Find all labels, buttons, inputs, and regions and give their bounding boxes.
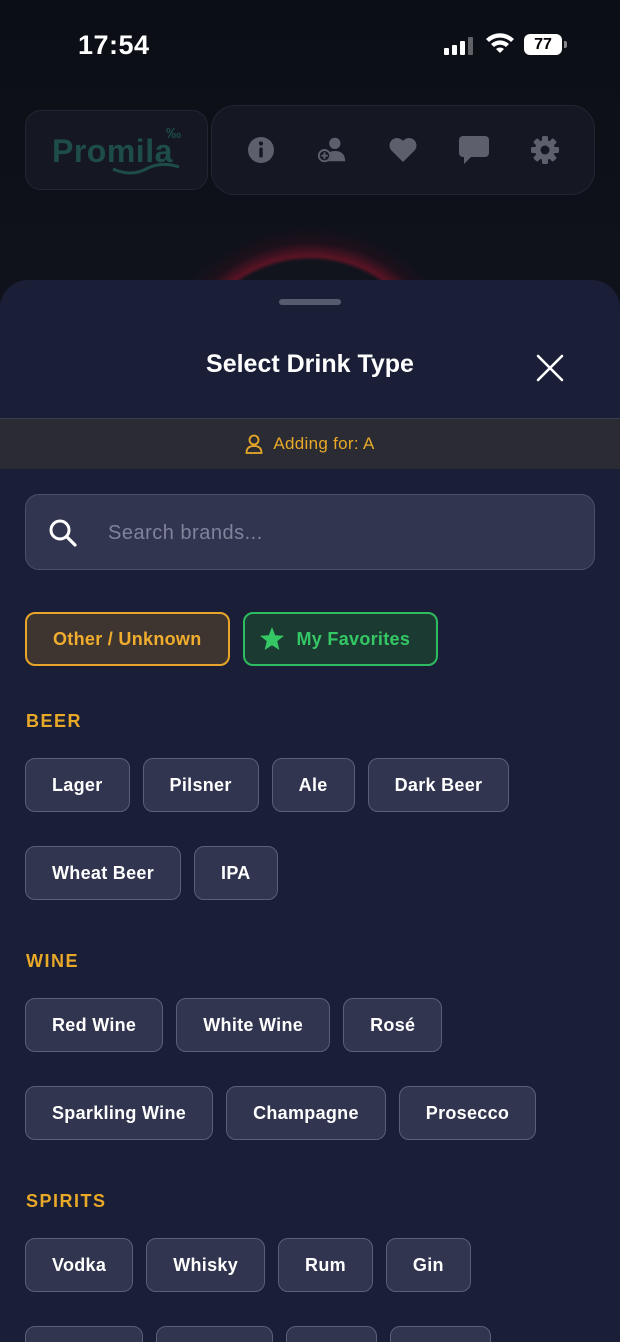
status-time: 17:54 (78, 30, 150, 60)
sheet-title: Select Drink Type (206, 350, 414, 378)
quick-options: Other / Unknown My Favorites (25, 612, 439, 666)
chip-partial[interactable] (390, 1326, 491, 1342)
chip-gin[interactable]: Gin (385, 1238, 471, 1292)
adding-for-banner: Adding for: A (0, 419, 620, 469)
chat-icon[interactable] (458, 134, 490, 166)
add-user-icon[interactable] (316, 134, 348, 166)
wine-row-2: Sparkling Wine Champagne Prosecco (25, 1086, 537, 1140)
info-icon[interactable] (245, 134, 277, 166)
status-bar: 17:54 77 (0, 0, 620, 90)
chip-rum[interactable]: Rum (278, 1238, 373, 1292)
chip-partial[interactable] (156, 1326, 273, 1342)
chip-prosecco[interactable]: Prosecco (398, 1086, 537, 1140)
chip-ale[interactable]: Ale (271, 758, 355, 812)
sheet-drag-handle[interactable] (279, 299, 341, 305)
chip-whisky[interactable]: Whisky (146, 1238, 266, 1292)
section-label-beer: BEER (26, 711, 83, 731)
chip-partial[interactable] (25, 1326, 143, 1342)
chip-red-wine[interactable]: Red Wine (25, 998, 164, 1052)
chip-rose[interactable]: Rosé (343, 998, 443, 1052)
cellular-signal-icon (444, 36, 473, 55)
star-icon (259, 627, 284, 650)
other-unknown-button[interactable]: Other / Unknown (25, 612, 230, 666)
close-button[interactable] (530, 348, 570, 388)
heart-icon[interactable] (387, 134, 419, 166)
section-label-wine: WINE (26, 951, 79, 971)
chip-ipa[interactable]: IPA (194, 846, 278, 900)
beer-row-2: Wheat Beer IPA (25, 846, 278, 900)
logo-swoosh-icon (112, 162, 180, 175)
beer-row-1: Lager Pilsner Ale Dark Beer (25, 758, 510, 812)
battery-indicator: 77 (524, 34, 567, 55)
user-icon (245, 434, 263, 454)
chip-white-wine[interactable]: White Wine (176, 998, 331, 1052)
chip-pilsner[interactable]: Pilsner (142, 758, 259, 812)
drink-type-sheet: Select Drink Type Adding for: A Other / … (0, 280, 620, 1342)
adding-for-text: Adding for: A (273, 434, 375, 453)
search-input[interactable] (108, 513, 568, 553)
app-logo[interactable]: Promila ‰ (25, 110, 208, 190)
search-bar[interactable] (25, 494, 595, 570)
wifi-icon (486, 33, 514, 53)
search-icon (49, 519, 77, 547)
spirits-row-2-partial (25, 1326, 491, 1342)
chip-dark-beer[interactable]: Dark Beer (367, 758, 510, 812)
top-toolbar (211, 105, 595, 195)
my-favorites-button[interactable]: My Favorites (242, 612, 439, 666)
chip-wheat-beer[interactable]: Wheat Beer (25, 846, 182, 900)
my-favorites-label: My Favorites (296, 628, 411, 649)
chip-partial[interactable] (286, 1326, 377, 1342)
wine-row-1: Red Wine White Wine Rosé (25, 998, 443, 1052)
chip-sparkling-wine[interactable]: Sparkling Wine (25, 1086, 214, 1140)
spirits-row-1: Vodka Whisky Rum Gin (25, 1238, 471, 1292)
close-icon (536, 354, 564, 382)
logo-permille: ‰ (166, 125, 181, 142)
chip-vodka[interactable]: Vodka (25, 1238, 134, 1292)
gear-icon[interactable] (529, 134, 561, 166)
section-label-spirits: SPIRITS (26, 1191, 107, 1211)
chip-lager[interactable]: Lager (25, 758, 130, 812)
chip-champagne[interactable]: Champagne (226, 1086, 386, 1140)
